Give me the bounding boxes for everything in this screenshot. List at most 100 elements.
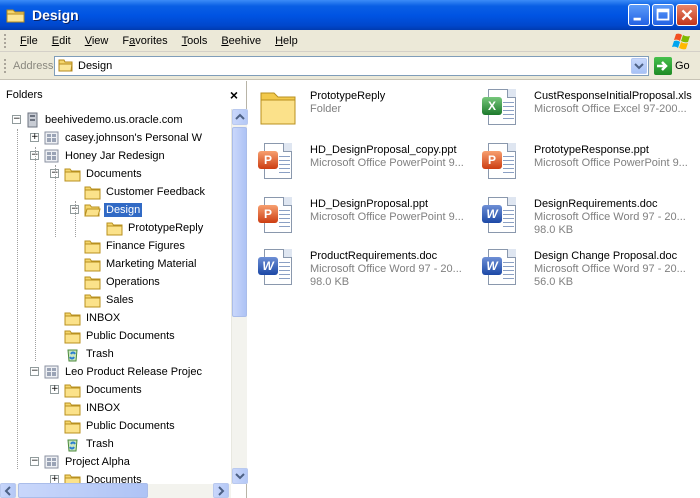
- file-item[interactable]: P HD_DesignProposal_copy.ppt Microsoft Off…: [248, 139, 468, 185]
- file-item[interactable]: P PrototypeResponse.ppt Microsoft Office P…: [472, 139, 692, 185]
- folder-icon: [84, 293, 101, 308]
- tree-item-label: Design: [104, 203, 143, 217]
- tree-item[interactable]: Operations: [84, 273, 162, 291]
- tree-item[interactable]: Documents: [64, 381, 144, 399]
- file-name: ProductRequirements.doc: [310, 250, 438, 262]
- file-type: Microsoft Office Excel 97-200...: [534, 103, 687, 115]
- file-name: PrototypeReply: [310, 90, 386, 102]
- folders-horizontal-scrollbar[interactable]: [0, 483, 231, 498]
- tree-item-label: Trash: [86, 348, 114, 360]
- minimize-button[interactable]: [628, 4, 650, 26]
- tree-item[interactable]: PrototypeReply: [106, 219, 205, 237]
- expand-icon[interactable]: +: [50, 385, 59, 394]
- menu-favorites[interactable]: Favorites: [115, 35, 174, 47]
- tree-item[interactable]: Leo Product Release Projec: [44, 363, 204, 381]
- title-bar[interactable]: Design: [0, 0, 700, 30]
- address-dropdown-button[interactable]: [631, 58, 647, 74]
- toolbar-grip[interactable]: [4, 33, 7, 48]
- file-name: CustResponseInitialProposal.xls: [534, 90, 692, 102]
- toolbar-grip[interactable]: [4, 58, 7, 73]
- tree-connector: [75, 201, 76, 237]
- menu-beehive[interactable]: Beehive: [214, 35, 268, 47]
- tree-item[interactable]: Public Documents: [64, 327, 177, 345]
- tree-item-label: beehivedemo.us.oracle.com: [45, 114, 183, 126]
- tree-item[interactable]: Documents: [64, 165, 144, 183]
- file-type: Microsoft Office Word 97 - 20...: [534, 211, 686, 223]
- folder-icon: [64, 167, 81, 182]
- collapse-icon[interactable]: −: [12, 115, 21, 124]
- address-value: Design: [78, 60, 113, 72]
- workspace-icon: [44, 149, 60, 164]
- folder-icon: [64, 329, 81, 344]
- tree-connector: [55, 165, 56, 237]
- go-arrow-icon: [654, 57, 672, 75]
- tree-item[interactable]: Project Alpha: [44, 453, 132, 471]
- scroll-up-button[interactable]: [232, 109, 248, 125]
- menu-view[interactable]: View: [78, 35, 116, 47]
- tree-item-label: Customer Feedback: [106, 186, 206, 198]
- menu-tools[interactable]: Tools: [175, 35, 215, 47]
- tree-item[interactable]: Customer Feedback: [84, 183, 207, 201]
- tree-item[interactable]: Marketing Material: [84, 255, 198, 273]
- tree-item[interactable]: casey.johnson's Personal W: [44, 129, 204, 147]
- collapse-icon[interactable]: −: [30, 457, 39, 466]
- collapse-icon[interactable]: −: [30, 367, 39, 376]
- scroll-down-button[interactable]: [232, 468, 248, 484]
- file-name: Design Change Proposal.doc: [534, 250, 678, 262]
- file-type: Microsoft Office Word 97 - 20...: [310, 263, 462, 275]
- folders-pane: Folders × − beehivedemo.us.oracle.com + cas…: [0, 81, 248, 498]
- tree-item[interactable]: beehivedemo.us.oracle.com: [26, 111, 185, 129]
- file-item[interactable]: X CustResponseInitialProposal.xls Microsof…: [472, 85, 692, 131]
- tree-item-label: Public Documents: [86, 330, 175, 342]
- folder-icon: [84, 185, 101, 200]
- tree-item-label: INBOX: [86, 402, 121, 414]
- close-pane-icon[interactable]: ×: [230, 87, 238, 103]
- file-type: Microsoft Office Word 97 - 20...: [534, 263, 686, 275]
- workspace-icon: [44, 131, 60, 146]
- tree-item-label: Documents: [86, 168, 142, 180]
- tree-item[interactable]: Honey Jar Redesign: [44, 147, 167, 165]
- file-type: Microsoft Office PowerPoint 9...: [310, 211, 464, 223]
- folder-icon: [64, 311, 81, 326]
- tree-item[interactable]: INBOX: [64, 399, 122, 417]
- file-item[interactable]: W Design Change Proposal.doc Microsoft Off…: [472, 245, 692, 291]
- file-name: HD_DesignProposal_copy.ppt: [310, 144, 457, 156]
- file-type: Folder: [310, 103, 342, 115]
- scroll-right-button[interactable]: [213, 483, 229, 498]
- powerpoint-document-icon: P: [258, 197, 296, 235]
- folders-vertical-scrollbar[interactable]: [231, 109, 248, 484]
- tree-item-label: Public Documents: [86, 420, 175, 432]
- file-item[interactable]: W ProductRequirements.doc Microsoft Office…: [248, 245, 468, 291]
- tree-item-label: Leo Product Release Projec: [65, 366, 202, 378]
- address-label: Address: [13, 59, 54, 72]
- scroll-thumb[interactable]: [232, 127, 247, 317]
- word-document-icon: W: [482, 249, 520, 287]
- maximize-button[interactable]: [652, 4, 674, 26]
- tree-item[interactable]: Design: [84, 201, 143, 219]
- file-item[interactable]: PrototypeReply Folder: [248, 85, 468, 131]
- folder-icon: [64, 383, 81, 398]
- expand-icon[interactable]: +: [30, 133, 39, 142]
- menu-help[interactable]: Help: [268, 35, 305, 47]
- menu-file[interactable]: File: [13, 35, 45, 47]
- scroll-left-button[interactable]: [0, 483, 16, 498]
- file-size: 98.0 KB: [534, 224, 574, 236]
- tree-item[interactable]: Finance Figures: [84, 237, 187, 255]
- go-button[interactable]: Go: [654, 57, 690, 75]
- tree-item[interactable]: INBOX: [64, 309, 122, 327]
- address-field[interactable]: Design: [54, 56, 649, 76]
- word-document-icon: W: [258, 249, 296, 287]
- file-item[interactable]: W DesignRequirements.doc Microsoft Office …: [472, 193, 692, 239]
- hscroll-thumb[interactable]: [18, 483, 148, 498]
- trash-icon: [64, 436, 81, 452]
- tree-item[interactable]: Sales: [84, 291, 136, 309]
- tree-item[interactable]: Trash: [64, 345, 116, 363]
- menu-edit[interactable]: Edit: [45, 35, 78, 47]
- folder-open-icon: [84, 203, 101, 218]
- tree-item[interactable]: Public Documents: [64, 417, 177, 435]
- file-name: PrototypeResponse.ppt: [534, 144, 649, 156]
- file-item[interactable]: P HD_DesignProposal.ppt Microsoft Office P…: [248, 193, 468, 239]
- folder-icon: [6, 7, 26, 23]
- close-button[interactable]: [676, 4, 698, 26]
- tree-item[interactable]: Trash: [64, 435, 116, 453]
